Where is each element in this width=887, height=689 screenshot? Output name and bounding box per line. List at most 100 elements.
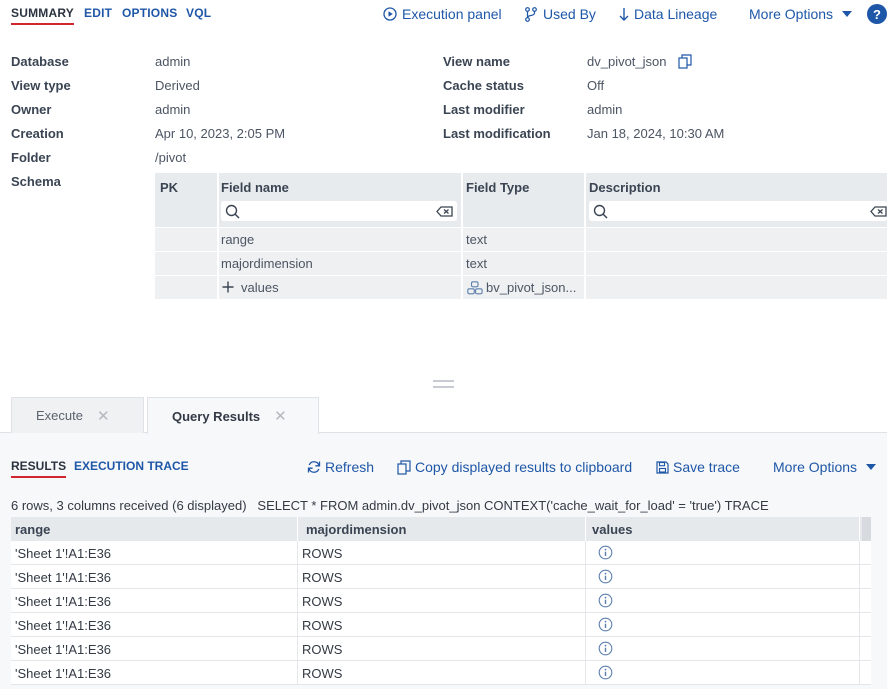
column-header-field-name[interactable]: Field name xyxy=(221,180,289,195)
field-type-cell: text xyxy=(466,256,487,271)
copy-results-button[interactable]: Copy displayed results to clipboard xyxy=(397,459,632,475)
column-header-range[interactable]: range xyxy=(15,522,50,537)
cache-status-value: Off xyxy=(587,78,605,93)
info-icon[interactable] xyxy=(598,545,613,560)
tab-results[interactable]: RESULTS xyxy=(11,459,67,478)
table-row[interactable]: 'Sheet 1'!A1:E36 ROWS xyxy=(11,589,871,613)
schema-row[interactable]: values bv_pivot_json... xyxy=(155,275,887,299)
column-header-majordimension[interactable]: majordimension xyxy=(306,522,406,537)
column-header-field-type[interactable]: Field Type xyxy=(466,180,529,195)
splitter-handle[interactable] xyxy=(433,386,454,388)
range-cell: 'Sheet 1'!A1:E36 xyxy=(15,594,112,609)
results-more-options-button[interactable]: More Options xyxy=(773,459,877,475)
creation-value: Apr 10, 2023, 2:05 PM xyxy=(155,126,286,141)
table-row[interactable]: 'Sheet 1'!A1:E36 ROWS xyxy=(11,541,871,565)
info-icon[interactable] xyxy=(598,569,613,584)
copy-icon xyxy=(397,459,411,475)
info-icon[interactable] xyxy=(598,641,613,656)
more-options-button[interactable]: More Options xyxy=(749,6,853,22)
creation-label: Creation xyxy=(11,126,64,141)
help-button[interactable]: ? xyxy=(867,4,887,24)
search-icon xyxy=(593,204,608,219)
view-type-label: View type xyxy=(11,78,71,93)
table-row[interactable]: 'Sheet 1'!A1:E36 ROWS xyxy=(11,661,871,685)
refresh-icon xyxy=(307,460,321,474)
table-row[interactable]: 'Sheet 1'!A1:E36 ROWS xyxy=(11,637,871,661)
expand-plus-icon[interactable] xyxy=(222,281,234,293)
execution-panel-button[interactable]: Execution panel xyxy=(383,6,502,22)
splitter-handle[interactable] xyxy=(433,380,454,382)
schema-table-header: PK Field name Field Type Description xyxy=(155,173,887,227)
save-trace-button[interactable]: Save trace xyxy=(656,459,740,475)
used-by-label: Used By xyxy=(543,6,596,22)
used-by-button[interactable]: Used By xyxy=(524,6,596,22)
info-icon[interactable] xyxy=(598,617,613,632)
column-header-description[interactable]: Description xyxy=(589,180,661,195)
refresh-button[interactable]: Refresh xyxy=(307,459,374,475)
view-name-value: dv_pivot_json xyxy=(587,54,667,69)
view-type-value: Derived xyxy=(155,78,200,93)
tab-vql[interactable]: VQL xyxy=(186,6,211,20)
owner-value: admin xyxy=(155,102,191,117)
play-circle-icon xyxy=(383,7,397,21)
caret-down-icon xyxy=(866,463,877,471)
database-label: Database xyxy=(11,54,69,69)
info-icon[interactable] xyxy=(598,593,613,608)
results-scrollbar[interactable] xyxy=(862,517,871,541)
majordimension-cell: ROWS xyxy=(302,618,343,633)
field-name-cell: values xyxy=(241,280,279,295)
clear-filter-icon[interactable] xyxy=(870,206,887,217)
tab-execute-label: Execute xyxy=(36,408,83,423)
results-table-body: 'Sheet 1'!A1:E36 ROWS 'Sheet 1'!A1:E36 ROWS… xyxy=(11,541,871,685)
field-type-cell[interactable]: bv_pivot_json... xyxy=(486,280,576,295)
range-cell: 'Sheet 1'!A1:E36 xyxy=(15,546,112,561)
copy-icon[interactable] xyxy=(678,54,692,69)
results-more-options-label: More Options xyxy=(773,459,858,475)
range-cell: 'Sheet 1'!A1:E36 xyxy=(15,666,112,681)
tab-query-results-label: Query Results xyxy=(172,408,261,424)
majordimension-cell: ROWS xyxy=(302,594,343,609)
arrow-down-icon xyxy=(619,7,629,22)
copy-results-label: Copy displayed results to clipboard xyxy=(415,459,633,475)
majordimension-cell: ROWS xyxy=(302,642,343,657)
column-header-values[interactable]: values xyxy=(592,522,632,537)
field-name-cell: majordimension xyxy=(221,256,313,271)
tab-query-results[interactable]: Query Results ✕ xyxy=(147,397,319,434)
close-icon[interactable]: ✕ xyxy=(274,407,287,425)
majordimension-cell: ROWS xyxy=(302,570,343,585)
caret-down-icon xyxy=(842,10,853,18)
last-modifier-label: Last modifier xyxy=(443,102,525,117)
results-table: range majordimension values 'Sheet 1'!A1… xyxy=(11,517,871,685)
schema-row[interactable]: range text xyxy=(155,227,887,251)
last-modification-value: Jan 18, 2024, 10:30 AM xyxy=(587,126,725,141)
tab-summary[interactable]: SUMMARY xyxy=(11,6,74,25)
tab-options[interactable]: OPTIONS xyxy=(122,6,177,20)
database-value: admin xyxy=(155,54,191,69)
save-icon xyxy=(656,460,669,474)
table-row[interactable]: 'Sheet 1'!A1:E36 ROWS xyxy=(11,613,871,637)
field-type-cell: text xyxy=(466,232,487,247)
clear-filter-icon[interactable] xyxy=(436,206,453,217)
close-icon[interactable]: ✕ xyxy=(97,407,110,425)
execution-panel-label: Execution panel xyxy=(402,6,502,22)
tab-execute[interactable]: Execute ✕ xyxy=(11,397,144,433)
schema-label: Schema xyxy=(11,174,61,189)
table-row[interactable]: 'Sheet 1'!A1:E36 ROWS xyxy=(11,565,871,589)
range-cell: 'Sheet 1'!A1:E36 xyxy=(15,570,112,585)
range-cell: 'Sheet 1'!A1:E36 xyxy=(15,618,112,633)
tab-edit[interactable]: EDIT xyxy=(84,6,112,20)
field-name-filter-input[interactable] xyxy=(221,201,457,221)
last-modification-label: Last modification xyxy=(443,126,551,141)
column-header-pk[interactable]: PK xyxy=(160,180,178,195)
branch-icon xyxy=(524,6,538,22)
data-lineage-button[interactable]: Data Lineage xyxy=(619,6,717,22)
schema-row[interactable]: majordimension text xyxy=(155,251,887,275)
majordimension-cell: ROWS xyxy=(302,666,343,681)
info-icon[interactable] xyxy=(598,665,613,680)
view-name-label: View name xyxy=(443,54,510,69)
refresh-label: Refresh xyxy=(325,459,375,475)
results-table-header: range majordimension values xyxy=(11,517,871,541)
result-count: 6 rows, 3 columns received (6 displayed) xyxy=(11,498,247,513)
description-filter-input[interactable] xyxy=(589,201,887,221)
tab-execution-trace[interactable]: EXECUTION TRACE xyxy=(74,459,189,473)
